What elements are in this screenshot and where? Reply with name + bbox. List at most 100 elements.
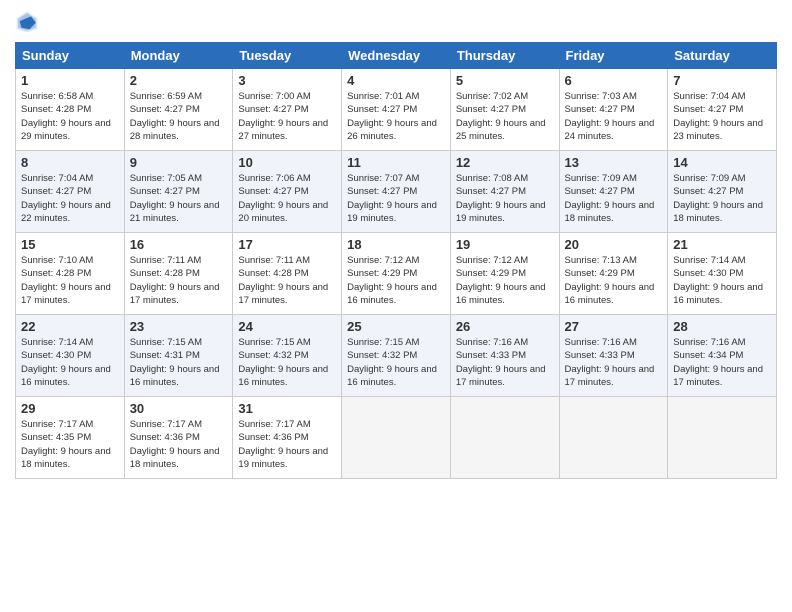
day-number: 2 xyxy=(130,73,228,88)
day-info: Sunrise: 7:15 AMSunset: 4:31 PMDaylight:… xyxy=(130,337,220,388)
day-info: Sunrise: 7:17 AMSunset: 4:36 PMDaylight:… xyxy=(238,419,328,470)
day-info: Sunrise: 7:03 AMSunset: 4:27 PMDaylight:… xyxy=(565,91,655,142)
calendar-day-cell xyxy=(450,397,559,479)
day-number: 14 xyxy=(673,155,771,170)
day-info: Sunrise: 7:15 AMSunset: 4:32 PMDaylight:… xyxy=(347,337,437,388)
calendar-day-cell: 19 Sunrise: 7:12 AMSunset: 4:29 PMDaylig… xyxy=(450,233,559,315)
day-info: Sunrise: 7:16 AMSunset: 4:34 PMDaylight:… xyxy=(673,337,763,388)
calendar-day-cell: 10 Sunrise: 7:06 AMSunset: 4:27 PMDaylig… xyxy=(233,151,342,233)
day-info: Sunrise: 7:02 AMSunset: 4:27 PMDaylight:… xyxy=(456,91,546,142)
day-number: 1 xyxy=(21,73,119,88)
calendar-day-cell: 16 Sunrise: 7:11 AMSunset: 4:28 PMDaylig… xyxy=(124,233,233,315)
calendar-day-cell: 9 Sunrise: 7:05 AMSunset: 4:27 PMDayligh… xyxy=(124,151,233,233)
day-number: 31 xyxy=(238,401,336,416)
calendar-day-cell: 8 Sunrise: 7:04 AMSunset: 4:27 PMDayligh… xyxy=(16,151,125,233)
calendar-day-cell: 26 Sunrise: 7:16 AMSunset: 4:33 PMDaylig… xyxy=(450,315,559,397)
day-info: Sunrise: 7:09 AMSunset: 4:27 PMDaylight:… xyxy=(565,173,655,224)
day-info: Sunrise: 7:17 AMSunset: 4:36 PMDaylight:… xyxy=(130,419,220,470)
day-number: 16 xyxy=(130,237,228,252)
day-number: 27 xyxy=(565,319,663,334)
day-info: Sunrise: 7:07 AMSunset: 4:27 PMDaylight:… xyxy=(347,173,437,224)
logo xyxy=(15,10,43,34)
calendar-day-cell xyxy=(668,397,777,479)
calendar-day-cell: 4 Sunrise: 7:01 AMSunset: 4:27 PMDayligh… xyxy=(342,69,451,151)
day-info: Sunrise: 7:12 AMSunset: 4:29 PMDaylight:… xyxy=(456,255,546,306)
calendar-day-cell xyxy=(342,397,451,479)
calendar-day-cell: 6 Sunrise: 7:03 AMSunset: 4:27 PMDayligh… xyxy=(559,69,668,151)
page-container: SundayMondayTuesdayWednesdayThursdayFrid… xyxy=(0,0,792,489)
day-number: 26 xyxy=(456,319,554,334)
calendar-day-cell: 14 Sunrise: 7:09 AMSunset: 4:27 PMDaylig… xyxy=(668,151,777,233)
calendar-day-cell: 17 Sunrise: 7:11 AMSunset: 4:28 PMDaylig… xyxy=(233,233,342,315)
calendar-day-cell: 22 Sunrise: 7:14 AMSunset: 4:30 PMDaylig… xyxy=(16,315,125,397)
calendar-day-cell: 30 Sunrise: 7:17 AMSunset: 4:36 PMDaylig… xyxy=(124,397,233,479)
day-info: Sunrise: 7:00 AMSunset: 4:27 PMDaylight:… xyxy=(238,91,328,142)
day-info: Sunrise: 7:12 AMSunset: 4:29 PMDaylight:… xyxy=(347,255,437,306)
calendar-week-row: 1 Sunrise: 6:58 AMSunset: 4:28 PMDayligh… xyxy=(16,69,777,151)
day-info: Sunrise: 7:15 AMSunset: 4:32 PMDaylight:… xyxy=(238,337,328,388)
day-info: Sunrise: 7:11 AMSunset: 4:28 PMDaylight:… xyxy=(238,255,328,306)
weekday-header-tuesday: Tuesday xyxy=(233,43,342,69)
calendar-day-cell: 13 Sunrise: 7:09 AMSunset: 4:27 PMDaylig… xyxy=(559,151,668,233)
calendar-day-cell: 31 Sunrise: 7:17 AMSunset: 4:36 PMDaylig… xyxy=(233,397,342,479)
day-number: 24 xyxy=(238,319,336,334)
day-number: 18 xyxy=(347,237,445,252)
day-number: 13 xyxy=(565,155,663,170)
calendar-day-cell: 20 Sunrise: 7:13 AMSunset: 4:29 PMDaylig… xyxy=(559,233,668,315)
weekday-header-row: SundayMondayTuesdayWednesdayThursdayFrid… xyxy=(16,43,777,69)
day-info: Sunrise: 7:08 AMSunset: 4:27 PMDaylight:… xyxy=(456,173,546,224)
day-number: 7 xyxy=(673,73,771,88)
calendar-day-cell: 5 Sunrise: 7:02 AMSunset: 4:27 PMDayligh… xyxy=(450,69,559,151)
calendar-day-cell: 1 Sunrise: 6:58 AMSunset: 4:28 PMDayligh… xyxy=(16,69,125,151)
weekday-header-friday: Friday xyxy=(559,43,668,69)
day-info: Sunrise: 7:04 AMSunset: 4:27 PMDaylight:… xyxy=(21,173,111,224)
day-number: 30 xyxy=(130,401,228,416)
calendar-day-cell: 11 Sunrise: 7:07 AMSunset: 4:27 PMDaylig… xyxy=(342,151,451,233)
logo-icon xyxy=(15,10,39,34)
day-number: 22 xyxy=(21,319,119,334)
weekday-header-saturday: Saturday xyxy=(668,43,777,69)
day-number: 9 xyxy=(130,155,228,170)
calendar-day-cell: 27 Sunrise: 7:16 AMSunset: 4:33 PMDaylig… xyxy=(559,315,668,397)
day-info: Sunrise: 7:16 AMSunset: 4:33 PMDaylight:… xyxy=(456,337,546,388)
calendar-week-row: 22 Sunrise: 7:14 AMSunset: 4:30 PMDaylig… xyxy=(16,315,777,397)
day-info: Sunrise: 7:14 AMSunset: 4:30 PMDaylight:… xyxy=(673,255,763,306)
calendar-day-cell: 28 Sunrise: 7:16 AMSunset: 4:34 PMDaylig… xyxy=(668,315,777,397)
calendar-day-cell: 23 Sunrise: 7:15 AMSunset: 4:31 PMDaylig… xyxy=(124,315,233,397)
day-number: 8 xyxy=(21,155,119,170)
day-info: Sunrise: 7:01 AMSunset: 4:27 PMDaylight:… xyxy=(347,91,437,142)
day-info: Sunrise: 7:09 AMSunset: 4:27 PMDaylight:… xyxy=(673,173,763,224)
day-number: 29 xyxy=(21,401,119,416)
calendar-day-cell: 12 Sunrise: 7:08 AMSunset: 4:27 PMDaylig… xyxy=(450,151,559,233)
day-number: 25 xyxy=(347,319,445,334)
day-number: 10 xyxy=(238,155,336,170)
calendar-day-cell: 21 Sunrise: 7:14 AMSunset: 4:30 PMDaylig… xyxy=(668,233,777,315)
calendar-week-row: 29 Sunrise: 7:17 AMSunset: 4:35 PMDaylig… xyxy=(16,397,777,479)
calendar-table: SundayMondayTuesdayWednesdayThursdayFrid… xyxy=(15,42,777,479)
calendar-day-cell: 3 Sunrise: 7:00 AMSunset: 4:27 PMDayligh… xyxy=(233,69,342,151)
weekday-header-wednesday: Wednesday xyxy=(342,43,451,69)
header xyxy=(15,10,777,34)
day-info: Sunrise: 7:10 AMSunset: 4:28 PMDaylight:… xyxy=(21,255,111,306)
day-number: 4 xyxy=(347,73,445,88)
calendar-day-cell: 24 Sunrise: 7:15 AMSunset: 4:32 PMDaylig… xyxy=(233,315,342,397)
day-info: Sunrise: 6:58 AMSunset: 4:28 PMDaylight:… xyxy=(21,91,111,142)
calendar-day-cell: 7 Sunrise: 7:04 AMSunset: 4:27 PMDayligh… xyxy=(668,69,777,151)
day-number: 23 xyxy=(130,319,228,334)
day-info: Sunrise: 7:17 AMSunset: 4:35 PMDaylight:… xyxy=(21,419,111,470)
day-number: 15 xyxy=(21,237,119,252)
day-info: Sunrise: 7:11 AMSunset: 4:28 PMDaylight:… xyxy=(130,255,220,306)
calendar-day-cell: 2 Sunrise: 6:59 AMSunset: 4:27 PMDayligh… xyxy=(124,69,233,151)
day-info: Sunrise: 6:59 AMSunset: 4:27 PMDaylight:… xyxy=(130,91,220,142)
calendar-week-row: 8 Sunrise: 7:04 AMSunset: 4:27 PMDayligh… xyxy=(16,151,777,233)
weekday-header-sunday: Sunday xyxy=(16,43,125,69)
day-number: 11 xyxy=(347,155,445,170)
day-info: Sunrise: 7:14 AMSunset: 4:30 PMDaylight:… xyxy=(21,337,111,388)
day-info: Sunrise: 7:13 AMSunset: 4:29 PMDaylight:… xyxy=(565,255,655,306)
day-info: Sunrise: 7:16 AMSunset: 4:33 PMDaylight:… xyxy=(565,337,655,388)
day-info: Sunrise: 7:06 AMSunset: 4:27 PMDaylight:… xyxy=(238,173,328,224)
calendar-day-cell xyxy=(559,397,668,479)
calendar-day-cell: 25 Sunrise: 7:15 AMSunset: 4:32 PMDaylig… xyxy=(342,315,451,397)
day-number: 3 xyxy=(238,73,336,88)
day-number: 28 xyxy=(673,319,771,334)
